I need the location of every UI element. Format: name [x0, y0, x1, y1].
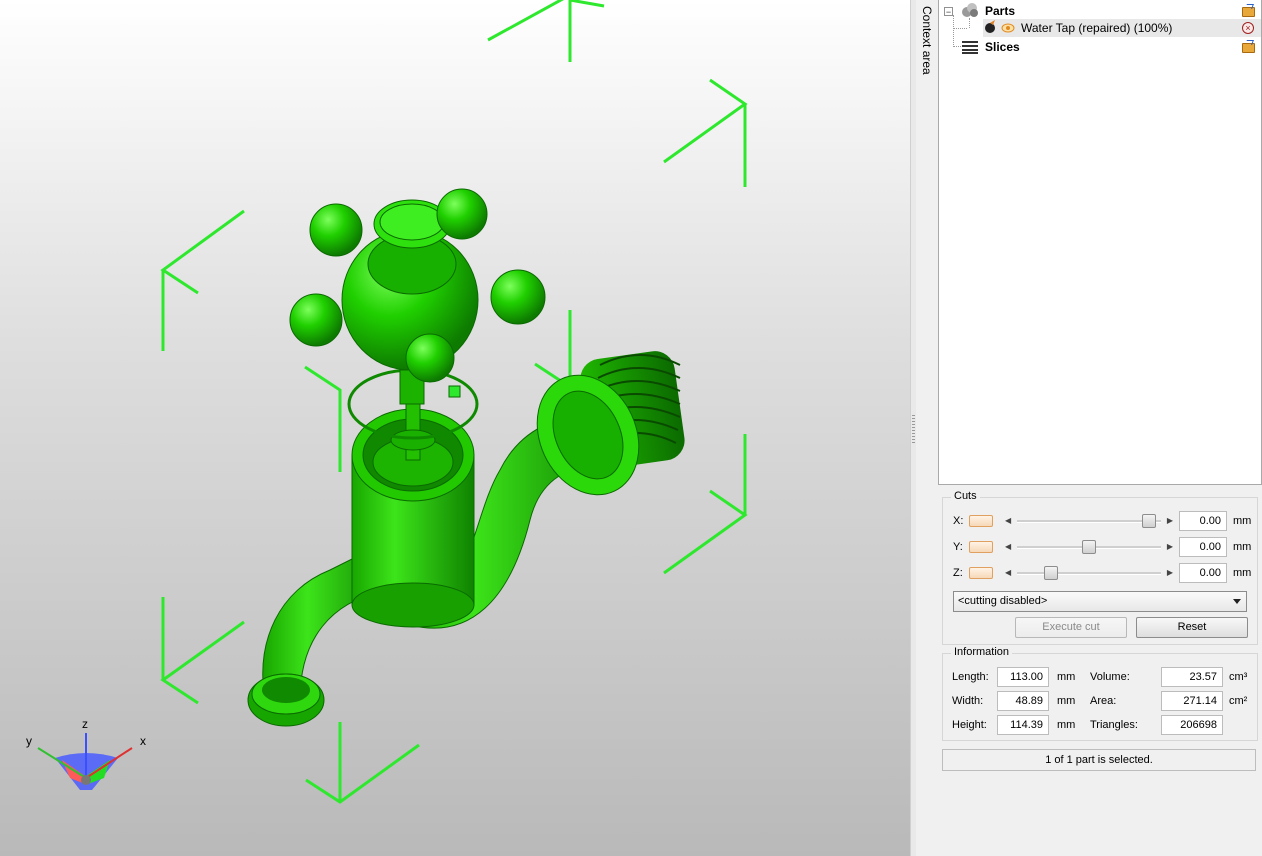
slider-left-arrow-icon[interactable]: ◀ — [1005, 540, 1011, 554]
slider-track[interactable] — [1017, 572, 1161, 575]
volume-field[interactable]: 23.57 — [1161, 667, 1223, 687]
axis-label-z: z — [82, 717, 88, 731]
height-field[interactable]: 114.39 — [997, 715, 1049, 735]
chevron-down-icon — [1233, 599, 1241, 604]
slider-right-arrow-icon[interactable]: ▶ — [1167, 540, 1173, 554]
cut-value-field[interactable]: 0.00 — [1179, 511, 1227, 531]
cutting-mode-select[interactable]: <cutting disabled> — [953, 591, 1247, 612]
execute-cut-button[interactable]: Execute cut — [1015, 617, 1127, 638]
tree-row-water-tap[interactable]: Water Tap (repaired) (100%) × — [983, 19, 1261, 37]
cuts-group: Cuts X: ◀ ▶ 0.00 mm Y: ◀ ▶ 0.00 mm Z: ◀ ▶ 0.00 mm <cut… — [942, 490, 1258, 645]
selection-status: 1 of 1 part is selected. — [942, 749, 1256, 771]
triangles-field[interactable]: 206698 — [1161, 715, 1223, 735]
cut-unit: mm — [1233, 567, 1252, 579]
length-label: Length: — [952, 671, 989, 683]
context-area-tab[interactable]: Context area — [916, 0, 939, 856]
slider-thumb[interactable] — [1044, 566, 1059, 580]
cut-value-field[interactable]: 0.00 — [1179, 563, 1227, 583]
width-field[interactable]: 48.89 — [997, 691, 1049, 711]
cut-slider[interactable]: ◀ ▶ — [1005, 540, 1173, 554]
slider-track[interactable] — [1017, 520, 1161, 523]
tree-label-part: Water Tap (repaired) (100%) — [1021, 21, 1173, 35]
cut-unit: mm — [1233, 541, 1252, 553]
cuts-title: Cuts — [951, 490, 980, 502]
cut-axis-toggle[interactable] — [969, 567, 993, 579]
cut-unit: mm — [1233, 515, 1252, 527]
tree-row-parts[interactable]: − Parts — [939, 2, 1261, 20]
axis-label-y: y — [26, 734, 32, 748]
slider-right-arrow-icon[interactable]: ▶ — [1167, 566, 1173, 580]
area-label: Area: — [1090, 695, 1117, 707]
triangles-label: Triangles: — [1090, 719, 1138, 731]
slider-right-arrow-icon[interactable]: ▶ — [1167, 514, 1173, 528]
viewport-scene[interactable]: z x y — [0, 0, 910, 856]
width-unit: mm — [1057, 695, 1076, 707]
cut-axis-label: Y: — [953, 541, 963, 553]
tree-label-slices: Slices — [985, 40, 1020, 54]
length-unit: mm — [1057, 671, 1076, 683]
information-group: Information Length: 113.00 mm Width: 48.… — [942, 646, 1258, 741]
height-label: Height: — [952, 719, 987, 731]
slider-left-arrow-icon[interactable]: ◀ — [1005, 514, 1011, 528]
width-label: Width: — [952, 695, 984, 707]
cut-axis-toggle[interactable] — [969, 515, 993, 527]
collapse-toggle[interactable]: − — [944, 7, 953, 17]
tree-connector — [953, 28, 967, 29]
reset-button[interactable]: Reset — [1136, 617, 1248, 638]
height-unit: mm — [1057, 719, 1076, 731]
axis-gizmo: z x y — [26, 717, 146, 790]
length-field[interactable]: 113.00 — [997, 667, 1049, 687]
parts-tree[interactable]: − Parts Water Tap (repaired) (100%) × Sl… — [938, 0, 1262, 485]
cut-slider[interactable]: ◀ ▶ — [1005, 514, 1173, 528]
folder-open-icon[interactable] — [1242, 43, 1255, 53]
3d-viewport[interactable]: z x y — [0, 0, 910, 856]
volume-unit: cm³ — [1229, 671, 1248, 683]
context-area-label: Context area — [920, 6, 934, 75]
parts-icon — [962, 3, 978, 17]
remove-part-icon[interactable]: × — [1242, 22, 1254, 34]
area-unit: cm² — [1229, 695, 1248, 707]
cut-value-field[interactable]: 0.00 — [1179, 537, 1227, 557]
cut-slider[interactable]: ◀ ▶ — [1005, 566, 1173, 580]
volume-label: Volume: — [1090, 671, 1130, 683]
cut-axis-toggle[interactable] — [969, 541, 993, 553]
slices-icon — [962, 41, 978, 54]
splitter-grip[interactable] — [912, 415, 915, 445]
eye-icon[interactable] — [1001, 22, 1015, 34]
part-color-icon[interactable] — [983, 20, 997, 34]
cut-axis-label: X: — [953, 515, 964, 527]
slider-thumb[interactable] — [1141, 514, 1156, 528]
axis-label-x: x — [140, 734, 146, 748]
tap-model[interactable] — [247, 188, 687, 727]
slider-thumb[interactable] — [1082, 540, 1096, 554]
right-panel: − Parts Water Tap (repaired) (100%) × Sl… — [938, 0, 1262, 856]
area-field[interactable]: 271.14 — [1161, 691, 1223, 711]
cutting-mode-value: <cutting disabled> — [958, 595, 1048, 607]
folder-open-icon[interactable] — [1242, 7, 1255, 17]
cut-axis-label: Z: — [953, 567, 963, 579]
tree-row-slices[interactable]: Slices — [939, 38, 1261, 56]
information-title: Information — [951, 646, 1013, 658]
tree-label-parts: Parts — [985, 4, 1016, 18]
slider-left-arrow-icon[interactable]: ◀ — [1005, 566, 1011, 580]
